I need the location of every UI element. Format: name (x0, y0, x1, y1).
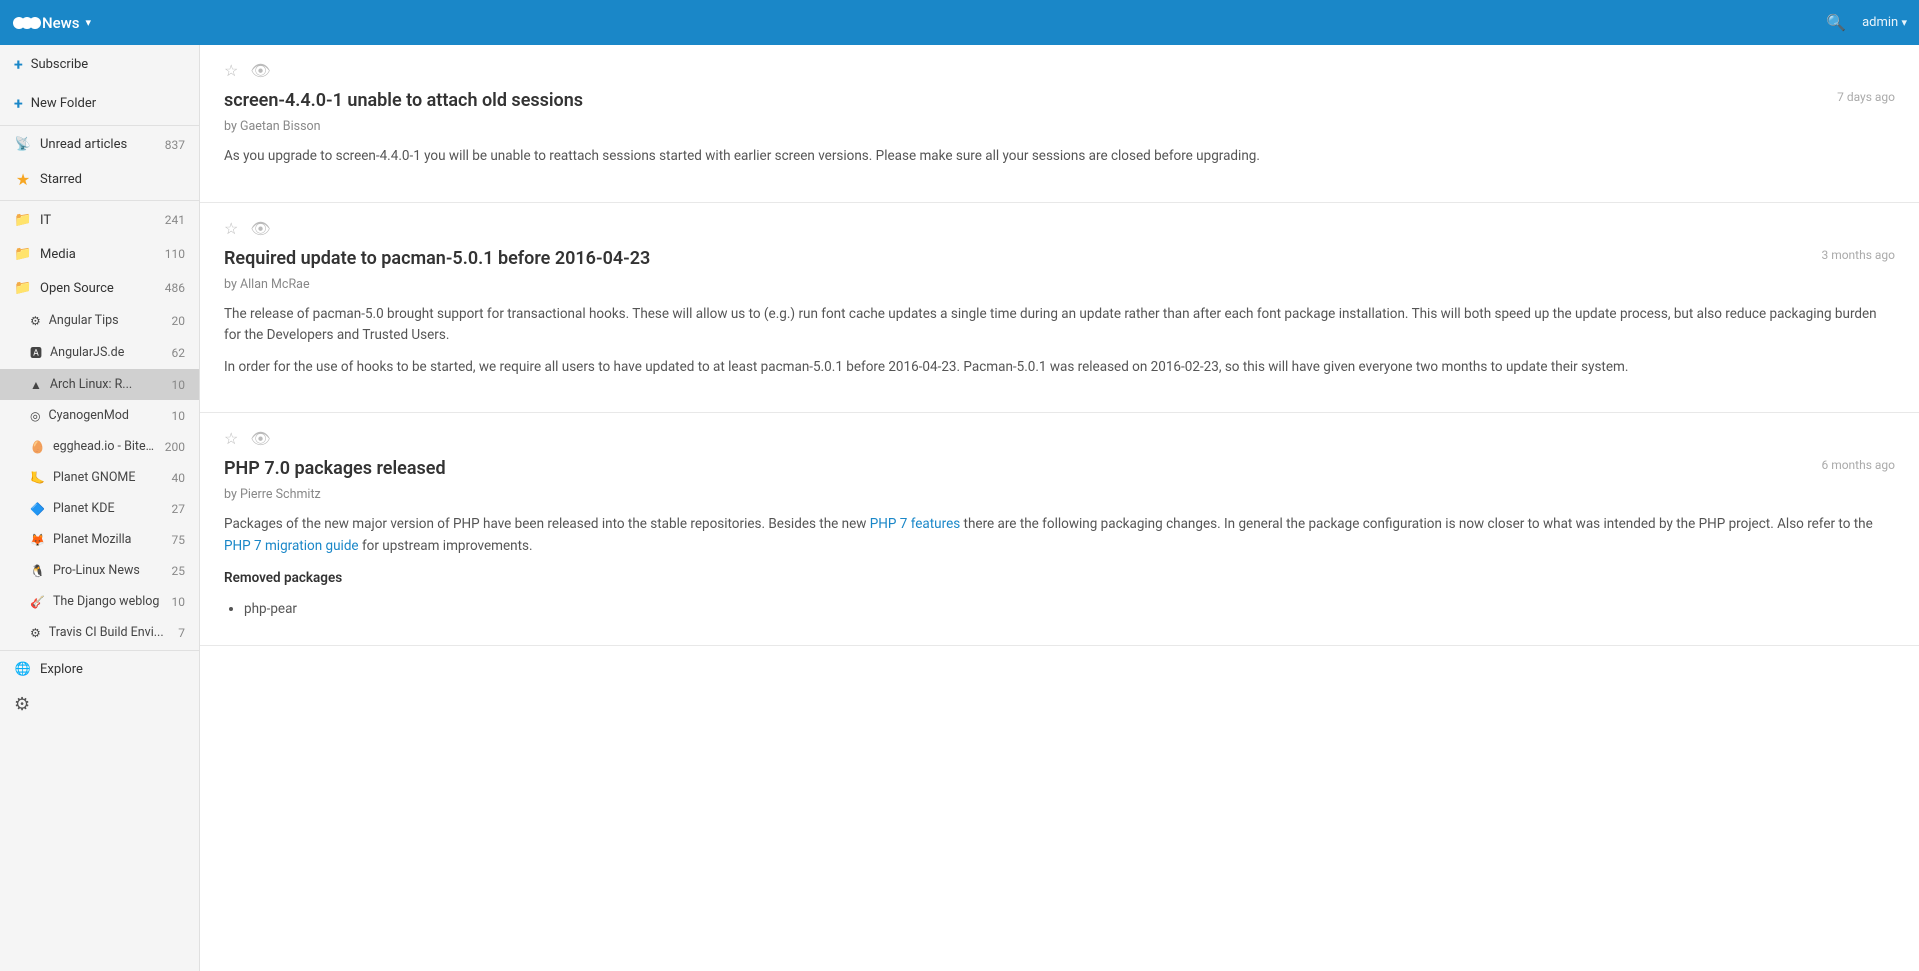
feed-icon-1: 🅰 (30, 344, 42, 361)
feed-label-10: Travis CI Build Envi... (49, 625, 170, 640)
feed-label-7: Planet Mozilla (53, 532, 164, 547)
feed-icon-8: 🐧 (30, 564, 45, 578)
folder-icon-media: 📁 (14, 246, 32, 262)
article-1: ☆ 👁 screen-4.4.0-1 unable to attach old … (200, 45, 1919, 203)
feed-label-1: AngularJS.de (50, 345, 163, 360)
sidebar-item-opensource[interactable]: 📁 Open Source 486 (0, 271, 199, 305)
article-time-2: 3 months ago (1821, 248, 1895, 262)
feed-label-4: egghead.io - Bite-si... (53, 439, 157, 454)
feed-icon-2: ▲ (30, 378, 42, 392)
feed-label-2: Arch Linux: R... (50, 377, 164, 392)
article-title-1: screen-4.4.0-1 unable to attach old sess… (224, 90, 1821, 111)
feed-icon-10: ⚙ (30, 626, 41, 640)
feed-label-9: The Django weblog (53, 594, 164, 609)
article-time-3: 6 months ago (1821, 458, 1895, 472)
read-button-2[interactable]: 👁 (250, 219, 270, 238)
settings-link[interactable]: ⚙ (0, 686, 199, 723)
article-body-3: Packages of the new major version of PHP… (224, 514, 1895, 620)
subscribe-button[interactable]: + Subscribe (0, 45, 199, 84)
feed-icon-4: 🥚 (30, 440, 45, 454)
star-button-1[interactable]: ☆ (224, 61, 238, 80)
feed-icon-0: ⚙ (30, 314, 41, 328)
article-body-2: The release of pacman-5.0 brought suppor… (224, 304, 1895, 379)
feed-label-5: Planet GNOME (53, 470, 164, 485)
feed-icon-9: 🎸 (30, 595, 45, 609)
sidebar-feed-1[interactable]: 🅰 AngularJS.de 62 ··· (0, 336, 199, 369)
article-title-2: Required update to pacman-5.0.1 before 2… (224, 248, 1805, 269)
sidebar-item-unread[interactable]: 📡 Unread articles 837 (0, 128, 199, 161)
sidebar-item-starred[interactable]: ★ Starred (0, 161, 199, 198)
sidebar-feed-7[interactable]: 🦊 Planet Mozilla 75 ··· (0, 524, 199, 555)
star-button-3[interactable]: ☆ (224, 429, 238, 448)
nextcloud-logo (12, 13, 42, 33)
rss-icon: 📡 (14, 137, 32, 152)
feed-label-6: Planet KDE (53, 501, 164, 516)
feed-icon-7: 🦊 (30, 533, 45, 547)
feed-label-0: Angular Tips (49, 313, 164, 328)
sidebar-feed-6[interactable]: 🔷 Planet KDE 27 ··· (0, 493, 199, 524)
topbar: News ▾ 🔍 admin ▾ (0, 0, 1919, 45)
article-time-1: 7 days ago (1837, 90, 1895, 104)
sidebar-feed-10[interactable]: ⚙ Travis CI Build Envi... 7 ··· (0, 617, 199, 648)
feed-label-3: CyanogenMod (48, 408, 163, 423)
article-3: ☆ 👁 PHP 7.0 packages released 6 months a… (200, 413, 1919, 645)
removed-packages-heading: Removed packages (224, 570, 342, 586)
article-meta-2: by Allan McRae (224, 277, 1895, 292)
feed-icon-5: 🦶 (30, 471, 45, 485)
removed-packages-list: php-pear (244, 599, 1895, 621)
new-folder-button[interactable]: + New Folder (0, 84, 199, 123)
article-body-1: As you upgrade to screen-4.4.0-1 you wil… (224, 146, 1895, 168)
star-icon: ★ (14, 170, 32, 189)
sidebar-feed-3[interactable]: ◎ CyanogenMod 10 ··· (0, 400, 199, 431)
feed-label-8: Pro-Linux News (53, 563, 164, 578)
user-menu[interactable]: admin ▾ (1862, 15, 1907, 30)
sidebar-feed-8[interactable]: 🐧 Pro-Linux News 25 ··· (0, 555, 199, 586)
sidebar-feed-0[interactable]: ⚙ Angular Tips 20 ··· (0, 305, 199, 336)
plus-icon: + (14, 55, 23, 74)
star-button-2[interactable]: ☆ (224, 219, 238, 238)
content-area: ☆ 👁 screen-4.4.0-1 unable to attach old … (200, 45, 1919, 971)
divider (0, 125, 199, 126)
folder-icon-opensource: 📁 (14, 280, 32, 296)
plus-icon-folder: + (14, 94, 23, 113)
feed-list: ⚙ Angular Tips 20 ··· 🅰 AngularJS.de 62 … (0, 305, 199, 648)
sidebar-feed-4[interactable]: 🥚 egghead.io - Bite-si... 200 ··· (0, 431, 199, 462)
sidebar-feed-9[interactable]: 🎸 The Django weblog 10 ··· (0, 586, 199, 617)
php7-features-link[interactable]: PHP 7 features (870, 516, 960, 532)
read-button-1[interactable]: 👁 (250, 61, 270, 80)
folder-icon-it: 📁 (14, 212, 32, 228)
search-icon[interactable]: 🔍 (1826, 13, 1846, 32)
list-item: php-pear (244, 599, 1895, 621)
sidebar-item-media[interactable]: 📁 Media 110 (0, 237, 199, 271)
article-2: ☆ 👁 Required update to pacman-5.0.1 befo… (200, 203, 1919, 414)
article-title-3: PHP 7.0 packages released (224, 458, 1805, 479)
app-title[interactable]: News ▾ (42, 14, 91, 32)
sidebar: + Subscribe + New Folder 📡 Unread articl… (0, 45, 200, 971)
sidebar-item-it[interactable]: 📁 IT 241 (0, 203, 199, 237)
feed-icon-6: 🔷 (30, 502, 45, 516)
dropdown-arrow: ▾ (86, 16, 92, 29)
feed-icon-3: ◎ (30, 409, 40, 423)
sidebar-item-explore[interactable]: 🌐 Explore (0, 653, 199, 686)
explore-icon: 🌐 (14, 662, 32, 677)
article-meta-3: by Pierre Schmitz (224, 487, 1895, 502)
sidebar-feed-5[interactable]: 🦶 Planet GNOME 40 ··· (0, 462, 199, 493)
sidebar-feed-2[interactable]: ▲ Arch Linux: R... 10 ··· (0, 369, 199, 400)
read-button-3[interactable]: 👁 (250, 429, 270, 448)
divider3 (0, 650, 199, 651)
article-meta-1: by Gaetan Bisson (224, 119, 1895, 134)
php7-migration-link[interactable]: PHP 7 migration guide (224, 538, 359, 554)
divider2 (0, 200, 199, 201)
